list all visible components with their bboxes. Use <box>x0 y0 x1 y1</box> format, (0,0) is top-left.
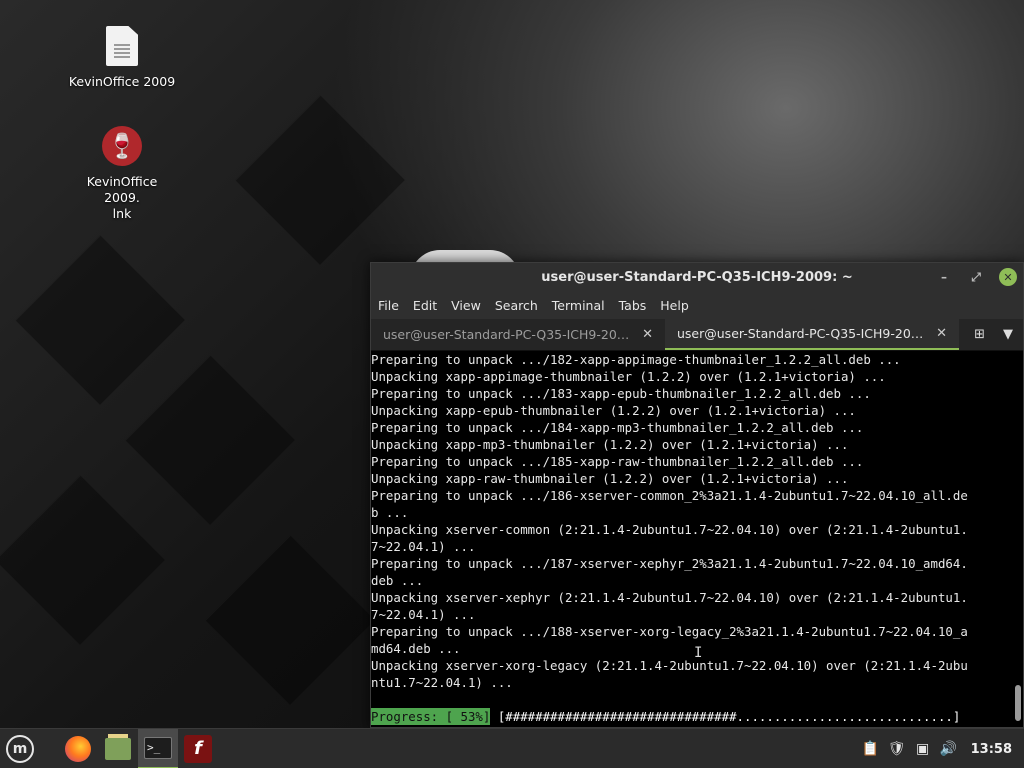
tab-bar: user@user-Standard-PC-Q35-ICH9-2009: ~ ✕… <box>371 319 1023 351</box>
terminal-line: Unpacking xapp-mp3-thumbnailer (1.2.2) o… <box>371 437 849 452</box>
terminal-line: Unpacking xserver-xorg-legacy (2:21.1.4-… <box>371 658 968 673</box>
close-icon[interactable]: ✕ <box>999 268 1017 286</box>
terminal-line: Preparing to unpack .../183-xapp-epub-th… <box>371 386 871 401</box>
tab-menu-chevron-down-icon[interactable]: ▼ <box>1003 327 1013 342</box>
terminal-line: ntu1.7~22.04.1) ... <box>371 675 513 690</box>
mouse-ibeam-cursor-icon: I <box>694 645 703 661</box>
desktop-icon-label: KevinOffice 2009. lnk <box>86 174 158 221</box>
tab-terminal-2[interactable]: user@user-Standard-PC-Q35-ICH9-2009: ~ ✕ <box>665 319 959 350</box>
terminal-line: deb ... <box>371 573 424 588</box>
menu-terminal[interactable]: Terminal <box>552 298 613 313</box>
desktop-icon-kevinoffice[interactable]: KevinOffice 2009 <box>67 26 177 90</box>
terminal-line: Unpacking xapp-epub-thumbnailer (1.2.2) … <box>371 403 856 418</box>
tab-title: user@user-Standard-PC-Q35-ICH9-2009: ~ <box>383 327 635 342</box>
menu-file[interactable]: File <box>378 298 407 313</box>
terminal-line: md64.deb ... <box>371 641 461 656</box>
terminal-line: Unpacking xapp-raw-thumbnailer (1.2.2) o… <box>371 471 849 486</box>
menu-search[interactable]: Search <box>495 298 546 313</box>
taskbar-files[interactable] <box>98 729 138 768</box>
wine-icon: 🍷 <box>102 126 142 166</box>
terminal-output[interactable]: Preparing to unpack .../182-xapp-appimag… <box>371 351 1009 727</box>
terminal-line: Preparing to unpack .../187-xserver-xeph… <box>371 556 968 571</box>
window-titlebar[interactable]: user@user-Standard-PC-Q35-ICH9-2009: ~ –… <box>371 263 1023 291</box>
document-icon <box>106 26 138 66</box>
menu-bar: File Edit View Search Terminal Tabs Help <box>371 291 1023 319</box>
tab-terminal-1[interactable]: user@user-Standard-PC-Q35-ICH9-2009: ~ ✕ <box>371 319 665 350</box>
progress-line: Progress: [ 53%] [######################… <box>371 708 960 725</box>
taskbar-terminal[interactable]: >_ <box>138 728 178 768</box>
terminal-line: Preparing to unpack .../184-xapp-mp3-thu… <box>371 420 864 435</box>
terminal-line: b ... <box>371 505 409 520</box>
taskbar-firefox[interactable] <box>58 729 98 768</box>
wallpaper-tile <box>15 235 185 405</box>
taskbar-flash[interactable]: f <box>178 729 218 768</box>
maximize-icon[interactable]: ⤢ <box>967 268 985 286</box>
terminal-line: Unpacking xserver-xephyr (2:21.1.4-2ubun… <box>371 590 968 605</box>
new-tab-icon[interactable]: ⊞ <box>974 327 985 342</box>
terminal-line: Unpacking xapp-appimage-thumbnailer (1.2… <box>371 369 886 384</box>
desktop-icon-kevinoffice-lnk[interactable]: 🍷 KevinOffice 2009. lnk <box>67 126 177 222</box>
minimize-icon[interactable]: – <box>935 268 953 286</box>
wallpaper-tile <box>0 475 165 645</box>
tab-close-icon[interactable]: ✕ <box>642 327 653 342</box>
flash-player-icon: f <box>184 734 212 763</box>
tab-close-icon[interactable]: ✕ <box>936 326 947 341</box>
menu-edit[interactable]: Edit <box>413 298 445 313</box>
terminal-line: 7~22.04.1) ... <box>371 539 476 554</box>
tab-actions: ⊞ ▼ <box>959 319 1023 350</box>
terminal-line: Preparing to unpack .../182-xapp-appimag… <box>371 352 901 367</box>
firefox-icon <box>65 735 91 762</box>
progress-bar: [###############################........… <box>490 709 961 724</box>
progress-label: Progress: [ 53%] <box>371 708 491 725</box>
menu-view[interactable]: View <box>451 298 489 313</box>
system-tray: 📋 🛡 ▣ 🔊 13:58 <box>862 729 1012 768</box>
desktop-icon-label: KevinOffice 2009 <box>68 74 176 89</box>
terminal-line: Preparing to unpack .../188-xserver-xorg… <box>371 624 968 639</box>
shield-icon[interactable]: 🛡 <box>888 741 906 757</box>
network-icon[interactable]: ▣ <box>915 741 931 757</box>
files-icon <box>105 733 131 760</box>
wallpaper-tile <box>205 535 375 705</box>
clipboard-icon[interactable]: 📋 <box>862 741 879 757</box>
menu-tabs[interactable]: Tabs <box>619 298 655 313</box>
window-title: user@user-Standard-PC-Q35-ICH9-2009: ~ <box>541 269 853 285</box>
linux-mint-logo-icon: m <box>6 734 34 763</box>
tab-title: user@user-Standard-PC-Q35-ICH9-2009: ~ <box>677 326 929 341</box>
terminal-line: Preparing to unpack .../186-xserver-comm… <box>371 488 968 503</box>
terminal-line: Unpacking xserver-common (2:21.1.4-2ubun… <box>371 522 968 537</box>
start-menu-button[interactable]: m <box>0 729 40 768</box>
terminal-icon: >_ <box>144 736 172 759</box>
clock[interactable]: 13:58 <box>971 742 1012 757</box>
menu-help[interactable]: Help <box>660 298 697 313</box>
wallpaper-tile <box>125 355 295 525</box>
terminal-line: Preparing to unpack .../185-xapp-raw-thu… <box>371 454 864 469</box>
window-controls: – ⤢ ✕ <box>935 268 1017 286</box>
terminal-scrollbar[interactable] <box>1015 685 1021 721</box>
taskbar: m >_ f 📋 🛡 ▣ 🔊 13:58 <box>0 728 1024 768</box>
terminal-line: 7~22.04.1) ... <box>371 607 476 622</box>
volume-icon[interactable]: 🔊 <box>940 741 957 757</box>
